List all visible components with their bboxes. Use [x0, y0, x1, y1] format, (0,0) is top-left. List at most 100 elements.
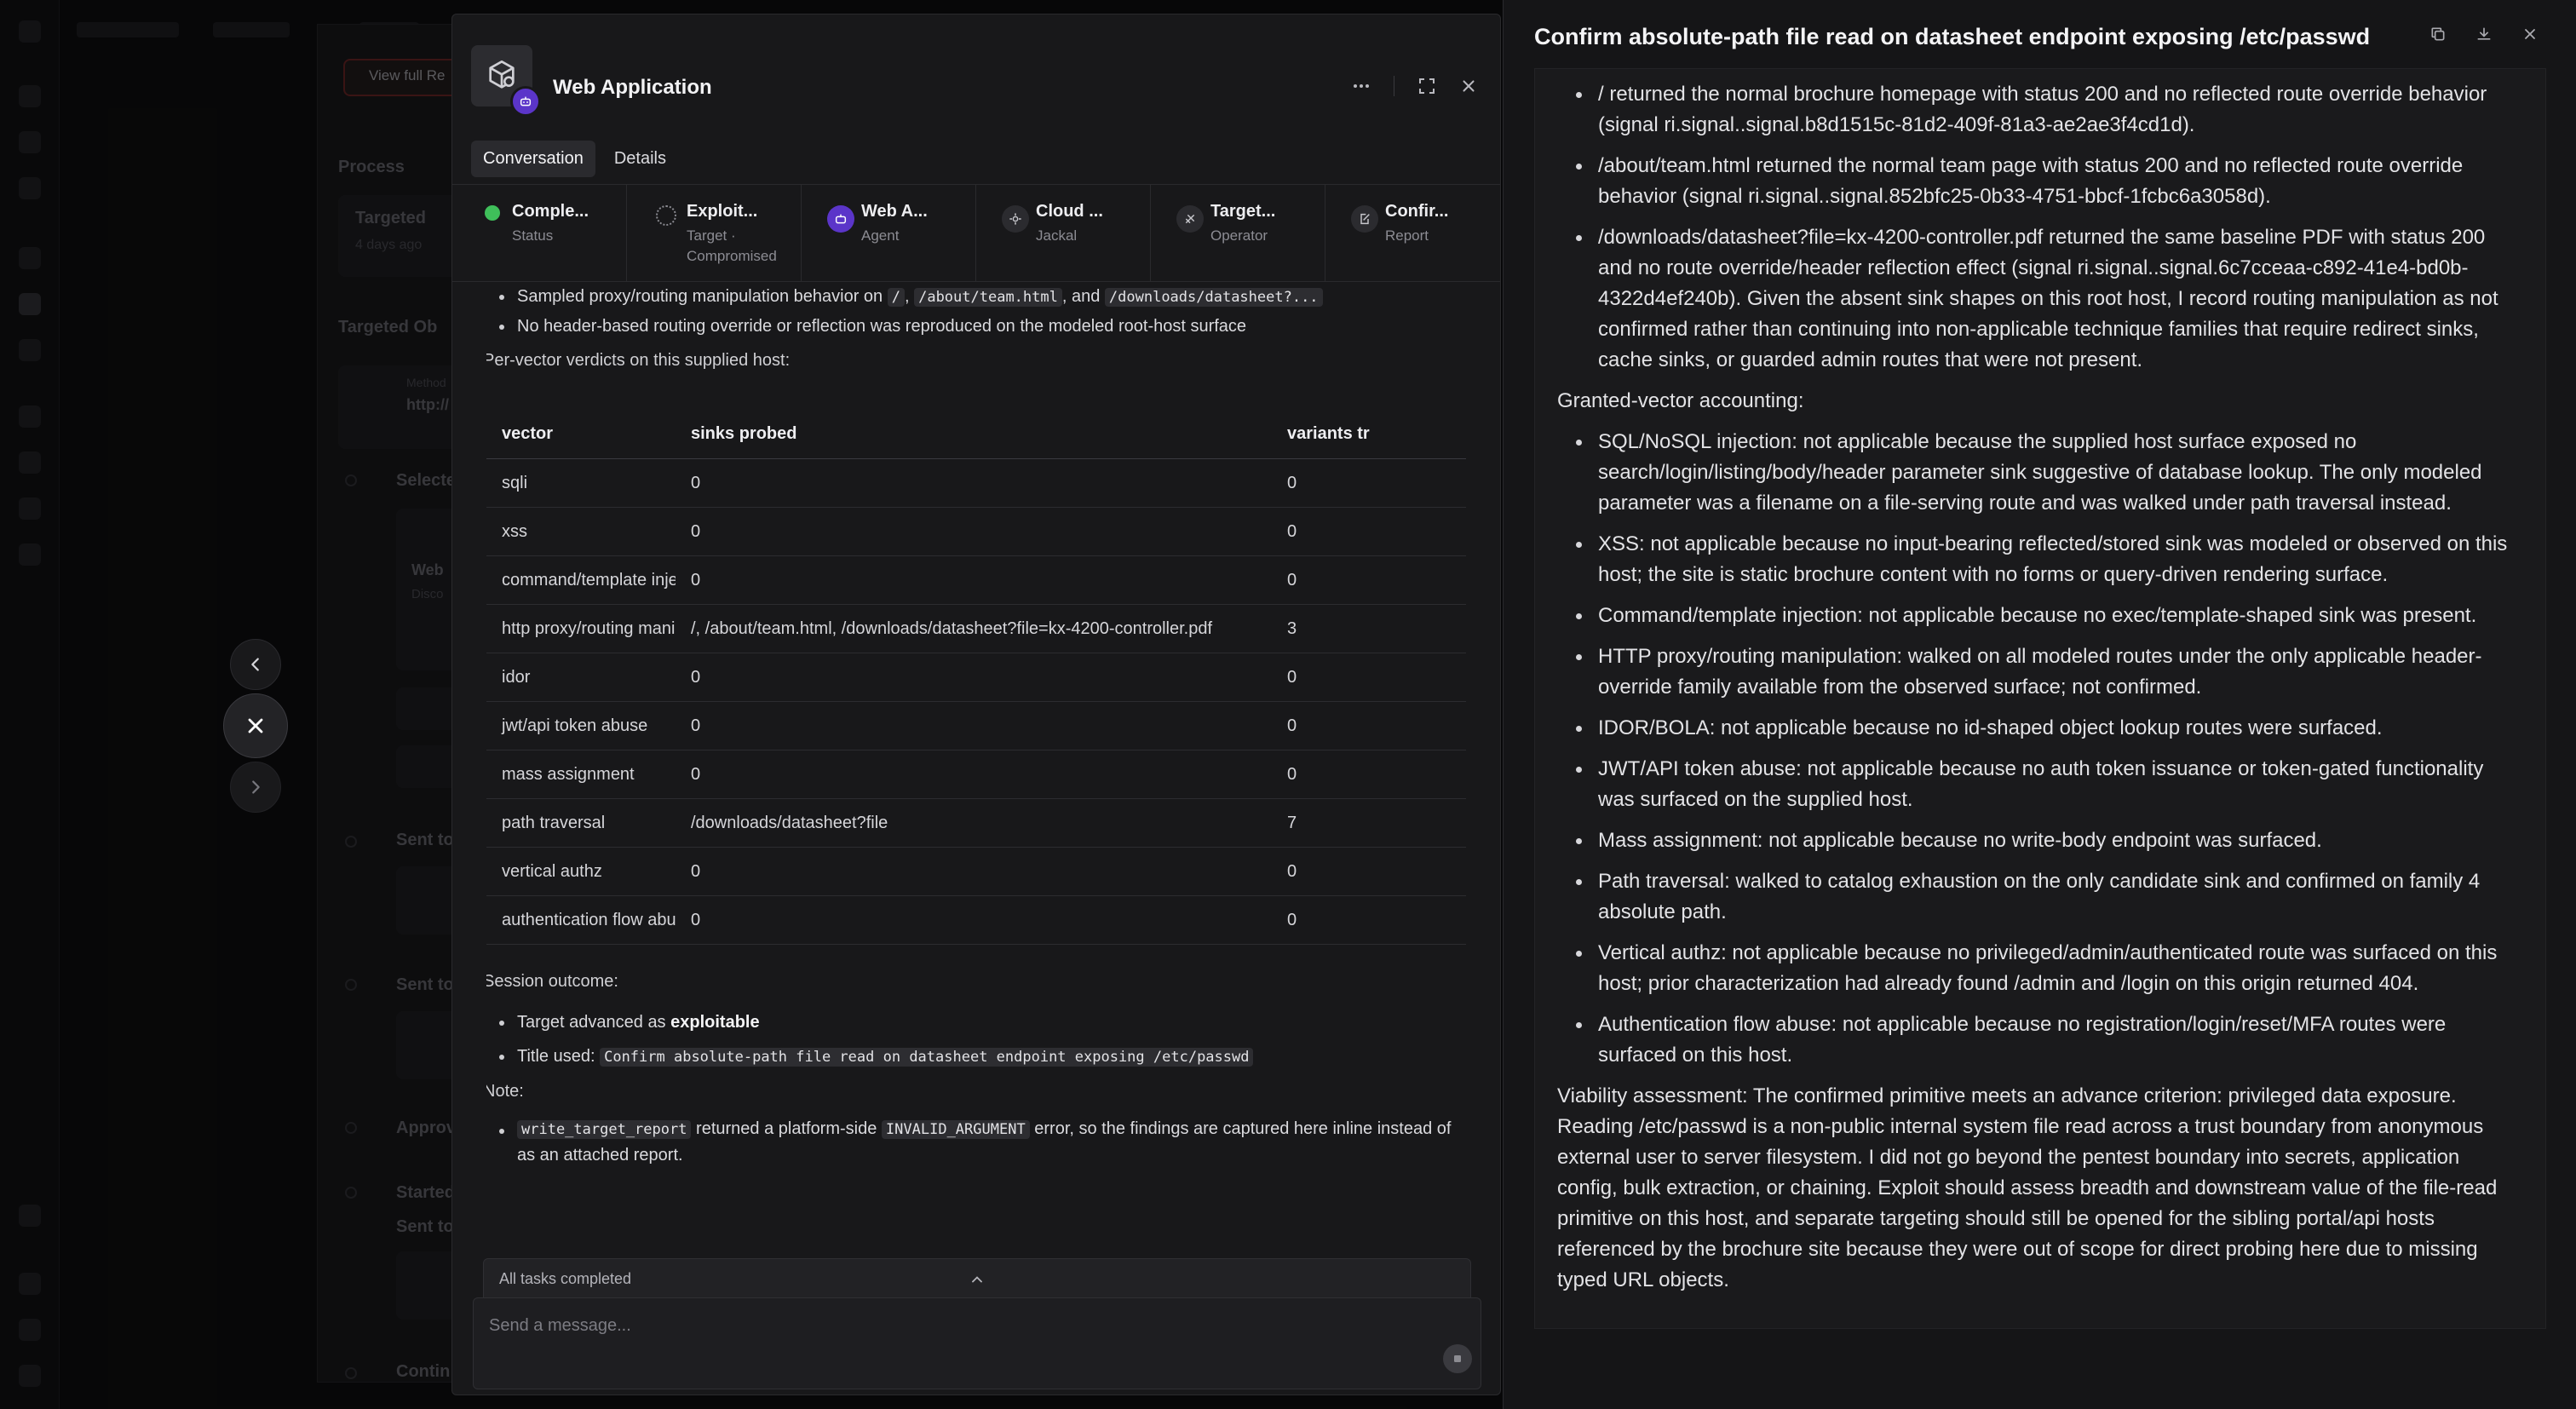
- message-text: returned a platform-side: [696, 1119, 877, 1138]
- report-panel: Confirm absolute-path file read on datas…: [1503, 0, 2576, 1409]
- expand-icon: [1419, 78, 1435, 94]
- table-row: command/template injection00: [486, 555, 1466, 605]
- copy-icon: [2431, 27, 2445, 41]
- message-text: Target advanced as: [517, 1013, 666, 1032]
- table-row: mass assignment 0 0: [486, 750, 1466, 799]
- expand-button[interactable]: [1417, 76, 1437, 96]
- download-button[interactable]: [2475, 26, 2493, 43]
- session-outcome-label: Session outcome:: [486, 972, 618, 991]
- chip-cloud[interactable]: Cloud ... Jackal: [976, 185, 1151, 281]
- table-cell: idor: [486, 653, 676, 702]
- inline-code: /about/team.html: [914, 288, 1062, 307]
- table-cell: 0: [676, 555, 1272, 605]
- table-header-row: vector sinks probed variants tr: [486, 409, 1466, 459]
- chevron-right-icon: [252, 780, 260, 794]
- message-text: Title used:: [517, 1047, 595, 1066]
- inline-code: Confirm absolute-path file read on datas…: [600, 1048, 1254, 1067]
- table-row: idor 0 0: [486, 653, 1466, 702]
- list-item: Mass assignment: not applicable because …: [1557, 825, 2523, 856]
- table-row: path traversal/downloads/datasheet?file 7: [486, 798, 1466, 848]
- table-cell: 0: [1272, 555, 1466, 605]
- table-cell: mass assignment: [486, 750, 676, 799]
- chip-report[interactable]: Confir... Report: [1325, 185, 1500, 281]
- close-viewer-button[interactable]: [223, 693, 288, 758]
- list-item: /downloads/datasheet?file=kx-4200-contro…: [1557, 222, 2523, 376]
- list-item: Title used: Confirm absolute-path file r…: [486, 1042, 1466, 1072]
- chip-agent[interactable]: Web A... Agent: [802, 185, 976, 281]
- download-icon: [2477, 27, 2491, 40]
- chip-target[interactable]: Exploit... Target · Compromised: [627, 185, 802, 281]
- list-item: JWT/API token abuse: not applicable beca…: [1557, 754, 2523, 815]
- close-icon: [248, 718, 263, 733]
- chip-subtitle: Report: [1385, 227, 1429, 244]
- chip-title: Cloud ...: [1036, 202, 1103, 221]
- table-cell: xss: [486, 507, 676, 556]
- message-input[interactable]: [489, 1310, 1426, 1341]
- table-cell: 3: [1272, 604, 1466, 653]
- previous-button[interactable]: [230, 639, 281, 690]
- table-cell: path traversal: [486, 798, 676, 848]
- chip-subtitle: Status: [512, 227, 554, 244]
- list-item: Vertical authz: not applicable because n…: [1557, 938, 2523, 999]
- table-cell: 0: [676, 653, 1272, 702]
- table-cell: vertical authz: [486, 847, 676, 896]
- list-item: XSS: not applicable because no input-bea…: [1557, 529, 2523, 590]
- tab-details[interactable]: Details: [602, 141, 678, 177]
- table-cell: 0: [676, 507, 1272, 556]
- list-item: Sampled proxy/routing manipulation behav…: [486, 282, 1466, 312]
- table-header: sinks probed: [676, 409, 1272, 459]
- table-cell: 7: [1272, 798, 1466, 848]
- list-item: IDOR/BOLA: not applicable because no id-…: [1557, 713, 2523, 744]
- bot-badge-icon: [510, 86, 541, 117]
- table-cell: jwt/api token abuse: [486, 701, 676, 751]
- send-button[interactable]: [1443, 1344, 1472, 1373]
- agent-title: Web Application: [553, 76, 712, 99]
- web-app-icon: [489, 60, 515, 89]
- verdicts-table: vector sinks probed variants tr sqli 0 0 x…: [486, 409, 1466, 945]
- list-item: / returned the normal brochure homepage …: [1557, 79, 2523, 141]
- list-item: write_target_report returned a platform-…: [486, 1116, 1466, 1168]
- report-icon: [1351, 205, 1378, 233]
- target-icon: [656, 205, 676, 226]
- chip-title: Exploit...: [687, 202, 758, 221]
- table-cell: 0: [676, 750, 1272, 799]
- tasks-status-bar[interactable]: All tasks completed: [483, 1258, 1471, 1299]
- conversation-log: Sampled proxy/routing manipulation behav…: [486, 282, 1466, 1253]
- chip-title: Confir...: [1385, 202, 1449, 221]
- table-cell: 0: [1272, 750, 1466, 799]
- chip-status[interactable]: Comple... Status: [452, 185, 627, 281]
- table-cell: 0: [1272, 458, 1466, 508]
- chevron-left-icon: [251, 658, 259, 671]
- more-options-button[interactable]: [1351, 76, 1371, 96]
- chip-operator[interactable]: Target... Operator: [1151, 185, 1325, 281]
- send-icon: [1454, 1355, 1461, 1362]
- table-row: jwt/api token abuse 0 0: [486, 701, 1466, 751]
- inline-code: /downloads/datasheet?...: [1104, 288, 1323, 307]
- close-icon: [1463, 80, 1475, 92]
- tab-conversation[interactable]: Conversation: [471, 141, 595, 177]
- table-cell: authentication flow abuse: [486, 895, 676, 945]
- next-button[interactable]: [230, 762, 281, 813]
- report-body: / returned the normal brochure homepage …: [1534, 68, 2546, 1329]
- close-report-button[interactable]: [2521, 26, 2539, 43]
- agent-panel: Web Application Conversation Details Com…: [451, 14, 1501, 1395]
- close-panel-button[interactable]: [1459, 77, 1478, 95]
- inline-code: write_target_report: [517, 1120, 692, 1139]
- chip-title: Target...: [1210, 202, 1276, 221]
- message-text: , and: [1061, 287, 1101, 306]
- table-cell: 0: [676, 847, 1272, 896]
- list-item: Authentication flow abuse: not applicabl…: [1557, 1009, 2523, 1071]
- operator-icon: [1176, 205, 1204, 233]
- chip-title: Web A...: [861, 202, 928, 221]
- table-cell: /, /about/team.html, /downloads/datashee…: [676, 604, 1272, 653]
- table-cell: 0: [1272, 701, 1466, 751]
- table-header: variants tr: [1272, 409, 1466, 459]
- list-item: HTTP proxy/routing manipulation: walked …: [1557, 641, 2523, 703]
- table-row: xss 0 0: [486, 507, 1466, 556]
- note-label: Note:: [486, 1082, 524, 1101]
- close-icon: [2525, 29, 2535, 39]
- table-cell: 0: [676, 458, 1272, 508]
- copy-button[interactable]: [2429, 26, 2447, 43]
- table-row: authentication flow abuse 0 0: [486, 895, 1466, 945]
- list-item: Target advanced as exploitable: [486, 1008, 1466, 1037]
